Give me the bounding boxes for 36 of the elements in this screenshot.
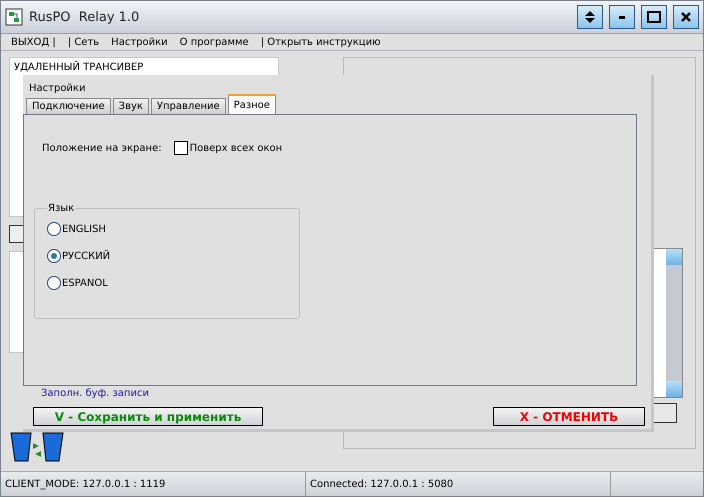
language-radio[interactable]: ESPANOL bbox=[47, 276, 287, 290]
radio-circle[interactable] bbox=[47, 249, 61, 263]
roll-button[interactable] bbox=[577, 5, 603, 29]
tab[interactable]: Подключение bbox=[26, 98, 111, 114]
app-icon bbox=[5, 8, 23, 26]
window-title: RusPO Relay 1.0 bbox=[29, 10, 140, 24]
group-title: Язык bbox=[47, 203, 76, 214]
tab[interactable]: Управление bbox=[150, 98, 226, 114]
status-cell: CLIENT_MODE: 127.0.0.1 : 1119 bbox=[1, 472, 306, 496]
language-radio[interactable]: ENGLISH bbox=[47, 222, 287, 236]
position-label: Положение на экране: bbox=[42, 142, 162, 154]
panel-title: УДАЛЕННЫЙ ТРАНСИВЕР bbox=[14, 62, 144, 73]
minimize-icon bbox=[619, 16, 625, 18]
menu-item[interactable]: | Открыть инструкцию bbox=[260, 36, 381, 48]
up-down-arrows-icon bbox=[585, 11, 595, 23]
buffer-label: Заполн. буф. записи bbox=[40, 387, 150, 399]
menu-item[interactable]: О программе bbox=[180, 36, 249, 48]
tab[interactable]: Звук bbox=[112, 98, 149, 114]
menu-item[interactable]: ВЫХОД | bbox=[11, 36, 56, 48]
radio-circle[interactable] bbox=[47, 222, 61, 236]
tab[interactable]: Разное bbox=[228, 94, 276, 114]
scroll-bar[interactable] bbox=[666, 249, 682, 397]
language-radio[interactable]: РУССКИЙ bbox=[47, 249, 287, 263]
minimize-button[interactable] bbox=[609, 5, 635, 29]
on-top-checkbox[interactable]: Поверх всех окон bbox=[174, 141, 282, 155]
radio-circle[interactable] bbox=[47, 276, 61, 290]
status-cell: Connected: 127.0.0.1 : 5080 bbox=[306, 472, 611, 496]
menu-item[interactable]: Настройки bbox=[111, 36, 168, 48]
maximize-icon bbox=[647, 11, 661, 23]
menu-item[interactable]: | Сеть bbox=[68, 36, 100, 48]
dialog-title: Настройки bbox=[28, 82, 86, 96]
close-button[interactable] bbox=[673, 5, 699, 29]
connection-logo-icon bbox=[9, 431, 65, 463]
checkbox-box[interactable] bbox=[174, 141, 188, 155]
close-icon bbox=[680, 11, 692, 23]
maximize-button[interactable] bbox=[641, 5, 667, 29]
